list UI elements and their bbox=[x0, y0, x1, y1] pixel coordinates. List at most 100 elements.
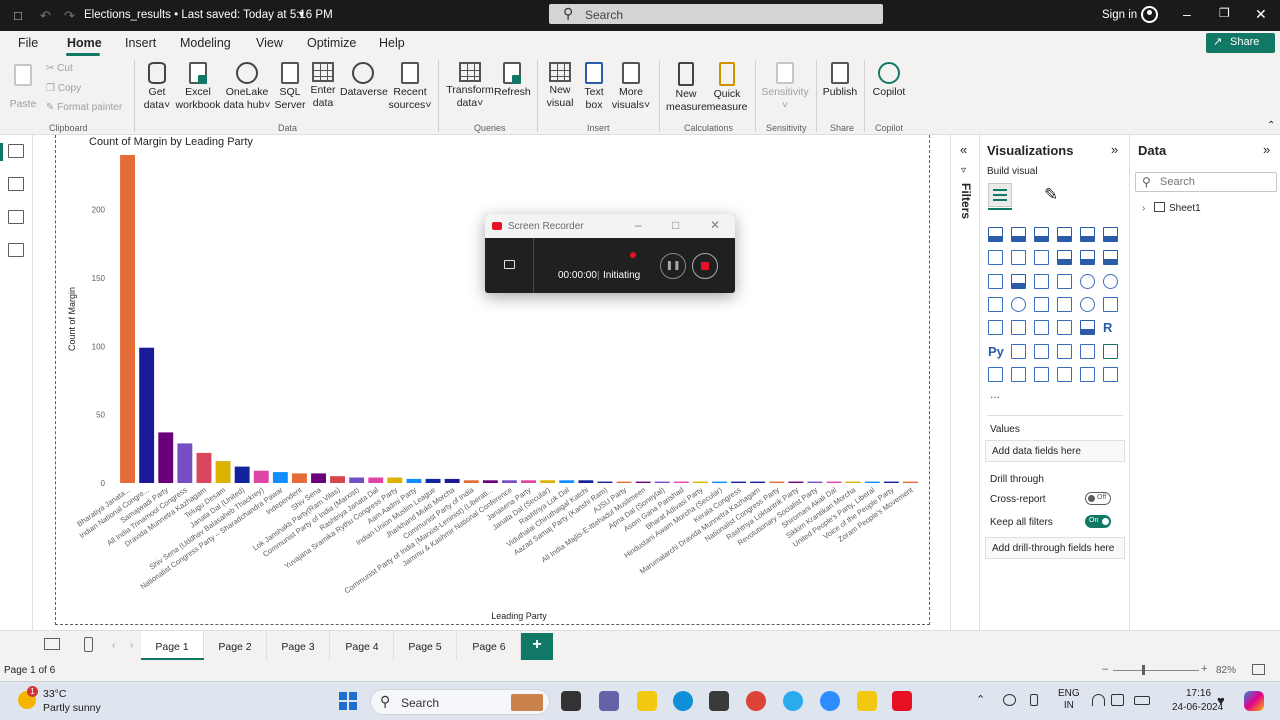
visual-type-icon[interactable] bbox=[1103, 296, 1118, 312]
visual-type-icon[interactable] bbox=[1011, 227, 1026, 242]
teams-icon[interactable] bbox=[599, 691, 619, 711]
paste-button[interactable]: Paste bbox=[8, 64, 38, 110]
bar[interactable] bbox=[387, 477, 403, 484]
recorder-title-bar[interactable]: Screen Recorder – □ ✕ bbox=[485, 214, 735, 238]
visual-type-icon[interactable] bbox=[1057, 320, 1072, 336]
dax-query-view-icon[interactable] bbox=[8, 243, 24, 257]
visual-type-icon[interactable] bbox=[988, 296, 1003, 312]
expand-filters-icon[interactable]: « bbox=[960, 142, 967, 157]
data-search-input[interactable] bbox=[1160, 176, 1270, 188]
menu-file[interactable]: File bbox=[18, 36, 38, 50]
page-tab-3[interactable]: Page 3 bbox=[267, 631, 330, 661]
visual-type-icon[interactable] bbox=[988, 366, 1003, 382]
menu-insert[interactable]: Insert bbox=[125, 36, 156, 50]
keep-all-filters-toggle[interactable]: On bbox=[1085, 515, 1111, 528]
clock-time[interactable]: 17:16 bbox=[1186, 688, 1211, 699]
bar[interactable] bbox=[883, 481, 899, 483]
bar-chart-visual[interactable]: Count of Margin by Leading Party 0 50 100 1… bbox=[55, 135, 930, 625]
recorder-maximize-icon[interactable]: □ bbox=[672, 218, 679, 232]
menu-optimize[interactable]: Optimize bbox=[307, 36, 356, 50]
visual-type-icon[interactable] bbox=[1034, 320, 1049, 336]
visual-type-icon[interactable] bbox=[988, 320, 1003, 336]
bar[interactable] bbox=[673, 481, 689, 483]
visual-type-icon[interactable] bbox=[1103, 366, 1118, 382]
document-title[interactable]: Elections_results • Last saved: Today at… bbox=[84, 9, 333, 21]
title-search-box[interactable]: ⚲ Search bbox=[549, 4, 883, 24]
language-indicator[interactable]: ENG IN bbox=[1058, 688, 1080, 712]
format-painter-button[interactable]: ✎ Format painter bbox=[46, 102, 122, 113]
undo-icon[interactable]: ↶ bbox=[40, 8, 51, 24]
bar[interactable] bbox=[215, 461, 231, 483]
menu-view[interactable]: View bbox=[256, 36, 283, 50]
data-search-box[interactable]: ⚲ bbox=[1135, 172, 1277, 192]
redo-icon[interactable]: ↷ bbox=[64, 8, 75, 24]
bar[interactable] bbox=[845, 481, 861, 483]
page-tab-2[interactable]: Page 2 bbox=[204, 631, 267, 661]
python-visual-icon[interactable]: Py bbox=[988, 344, 1004, 359]
bar[interactable] bbox=[120, 155, 135, 483]
page-tab-1[interactable]: Page 1 bbox=[141, 631, 204, 661]
account-icon[interactable] bbox=[1141, 6, 1158, 23]
format-visual-tab-icon[interactable]: ✎ bbox=[1044, 185, 1058, 205]
visual-type-icon[interactable] bbox=[1057, 343, 1072, 359]
sql-server-button[interactable]: SQL Server bbox=[274, 62, 306, 112]
bar[interactable] bbox=[234, 466, 250, 483]
bar[interactable] bbox=[482, 480, 498, 483]
visual-type-icon[interactable] bbox=[1034, 343, 1049, 359]
visual-type-icon[interactable] bbox=[1034, 366, 1049, 382]
bar[interactable] bbox=[406, 478, 422, 483]
bar[interactable] bbox=[177, 443, 193, 483]
transform-data-button[interactable]: Transform data˅ bbox=[446, 62, 494, 110]
visual-type-icon[interactable] bbox=[1034, 273, 1049, 289]
collapse-data-icon[interactable]: » bbox=[1263, 142, 1270, 157]
next-page-icon[interactable]: › bbox=[130, 640, 133, 651]
drill-through-field-well[interactable]: Add drill-through fields here bbox=[985, 537, 1125, 559]
menu-modeling[interactable]: Modeling bbox=[180, 36, 231, 50]
bar[interactable] bbox=[826, 481, 842, 483]
collapse-visualizations-icon[interactable]: » bbox=[1111, 142, 1118, 157]
visual-type-icon[interactable] bbox=[988, 250, 1003, 266]
bar[interactable] bbox=[158, 432, 174, 483]
recent-sources-button[interactable]: Recent sources˅ bbox=[388, 62, 432, 112]
page-tab-4[interactable]: Page 4 bbox=[331, 631, 394, 661]
taskbar-search[interactable]: ⚲ Search bbox=[370, 689, 550, 715]
table-item-sheet1[interactable]: › Sheet1 bbox=[1142, 202, 1201, 214]
visual-type-icon[interactable] bbox=[1011, 250, 1026, 266]
report-view-icon[interactable] bbox=[8, 144, 24, 158]
bar[interactable] bbox=[578, 480, 594, 483]
visual-type-icon[interactable] bbox=[1011, 320, 1026, 336]
visual-type-icon[interactable] bbox=[1103, 343, 1118, 359]
visual-type-icon[interactable] bbox=[1011, 366, 1026, 382]
cross-report-toggle[interactable]: Off bbox=[1085, 492, 1111, 505]
more-visuals-icon[interactable]: ... bbox=[990, 387, 1000, 401]
bar[interactable] bbox=[444, 478, 460, 483]
excel-workbook-button[interactable]: Excel workbook bbox=[175, 62, 221, 112]
zoom-icon[interactable] bbox=[820, 691, 840, 711]
build-visual-tab-icon[interactable] bbox=[988, 183, 1012, 207]
visual-type-icon[interactable] bbox=[1103, 250, 1118, 266]
visual-type-icon[interactable] bbox=[988, 227, 1003, 242]
task-view-icon[interactable] bbox=[561, 691, 581, 711]
fit-to-page-icon[interactable] bbox=[1252, 664, 1265, 675]
power-bi-icon[interactable] bbox=[857, 691, 877, 711]
visual-type-icon[interactable] bbox=[1080, 227, 1095, 242]
bar[interactable] bbox=[597, 481, 613, 483]
bar[interactable] bbox=[616, 481, 632, 483]
sign-in-link[interactable]: Sign in bbox=[1102, 9, 1137, 21]
visual-type-icon[interactable] bbox=[1057, 366, 1072, 382]
bar[interactable] bbox=[292, 473, 307, 483]
bar[interactable] bbox=[903, 481, 918, 483]
recorder-minimize-icon[interactable]: – bbox=[635, 218, 642, 232]
menu-help[interactable]: Help bbox=[379, 36, 405, 50]
new-measure-button[interactable]: New measure bbox=[666, 62, 707, 114]
weather-description[interactable]: Partly sunny bbox=[43, 702, 101, 714]
show-hidden-icons-icon[interactable]: ⌃ bbox=[976, 693, 985, 706]
previous-page-icon[interactable]: ‹ bbox=[112, 640, 115, 651]
values-field-well[interactable]: Add data fields here bbox=[985, 440, 1125, 462]
visual-type-icon[interactable] bbox=[1080, 320, 1095, 336]
bar[interactable] bbox=[311, 473, 326, 483]
visual-type-icon[interactable] bbox=[988, 273, 1003, 289]
bar[interactable] bbox=[330, 476, 345, 483]
menu-home[interactable]: Home bbox=[67, 36, 102, 50]
store-icon[interactable] bbox=[709, 691, 729, 711]
